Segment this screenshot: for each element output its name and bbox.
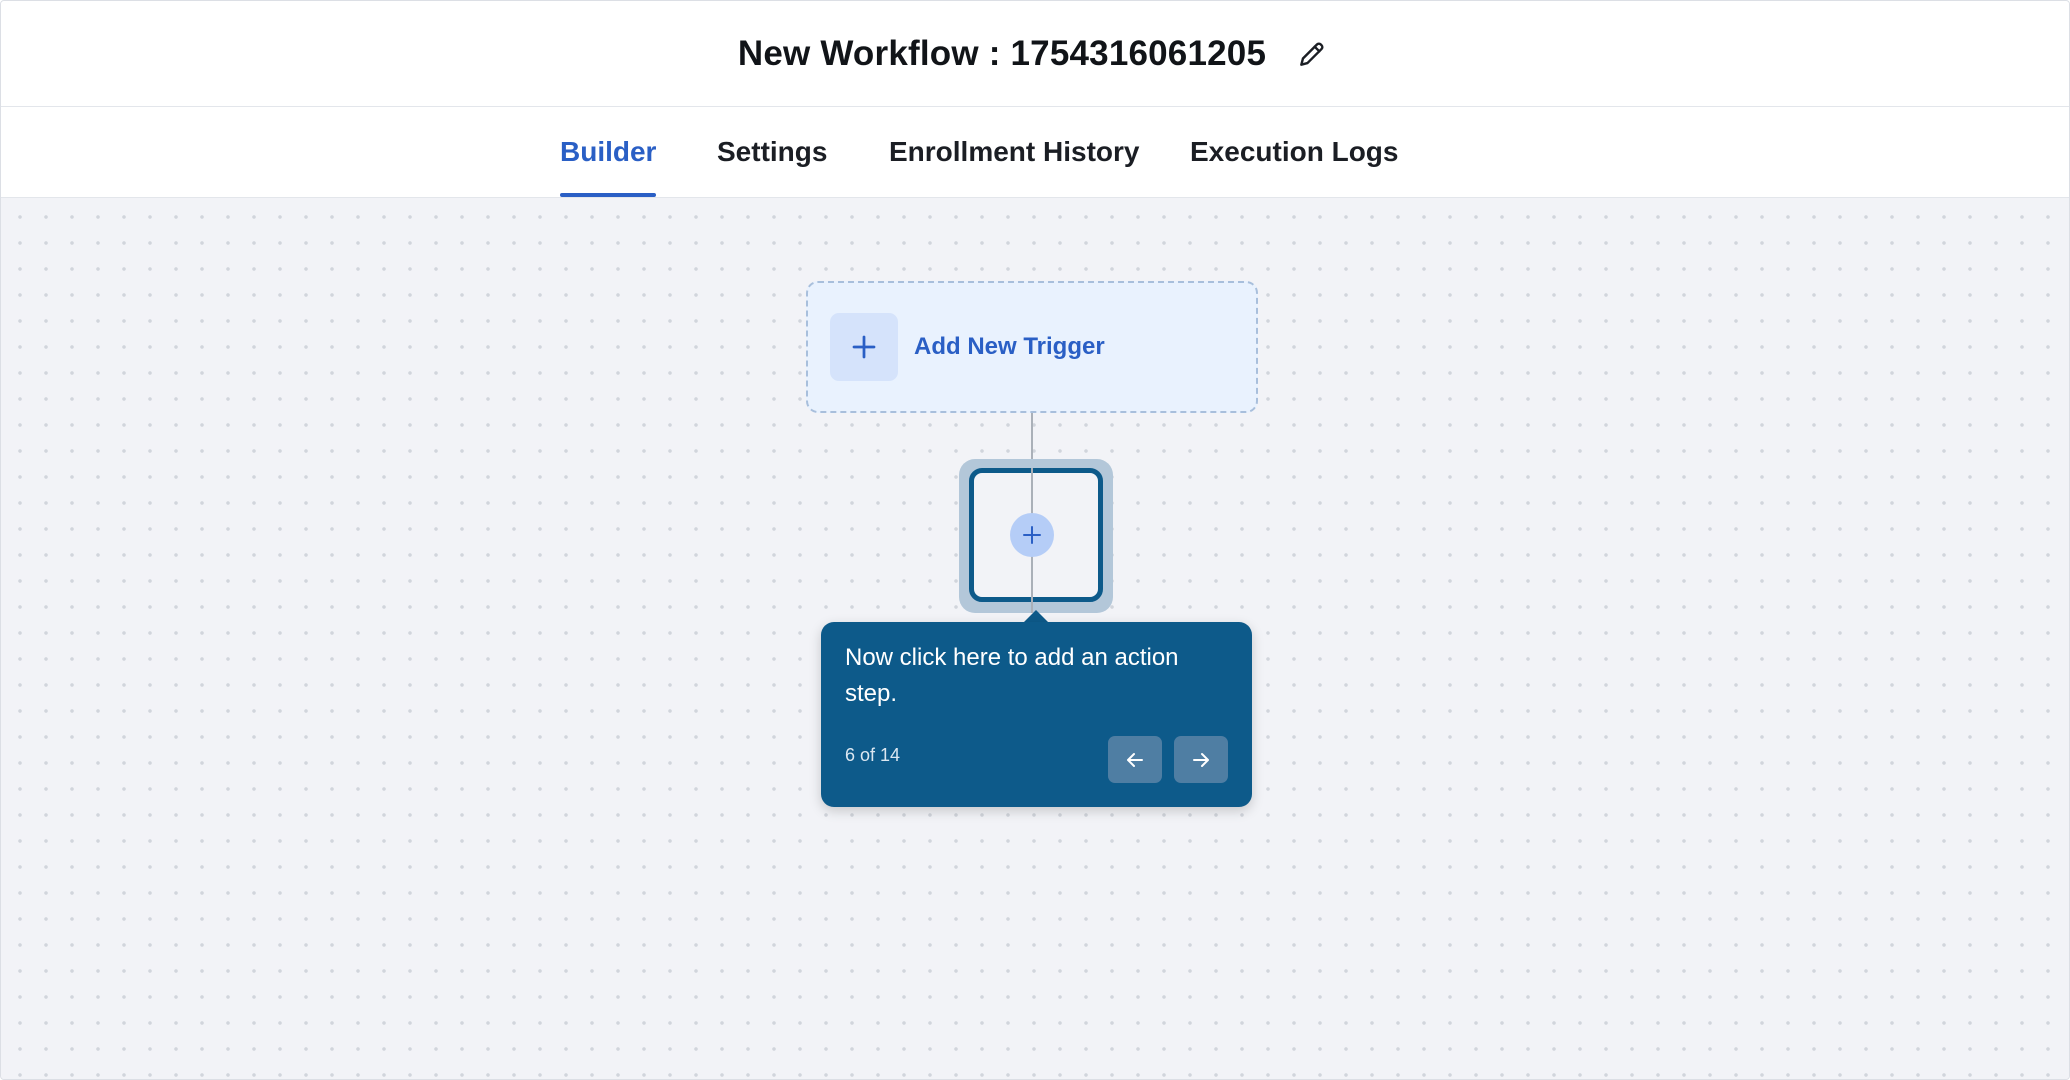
workflow-app: New Workflow : 1754316061205 Builder Set… bbox=[0, 0, 2070, 1080]
pencil-icon bbox=[1300, 41, 1324, 66]
tab-bar: Builder Settings Enrollment History Exec… bbox=[1, 107, 2069, 198]
tour-progress: 6 of 14 bbox=[845, 745, 901, 765]
workflow-header: New Workflow : 1754316061205 bbox=[1, 1, 2069, 107]
tab-builder[interactable]: Builder bbox=[560, 107, 657, 197]
tour-message: Now click here to add an action step. bbox=[845, 644, 1179, 707]
plus-icon bbox=[852, 335, 876, 359]
tour-previous-button[interactable] bbox=[1108, 736, 1162, 783]
plus-icon bbox=[1023, 526, 1041, 544]
add-trigger-card[interactable]: Add New Trigger bbox=[806, 281, 1258, 413]
tour-next-button[interactable] bbox=[1174, 736, 1228, 783]
tab-execution-logs[interactable]: Execution Logs bbox=[1190, 107, 1398, 197]
tab-enrollment-history[interactable]: Enrollment History bbox=[889, 107, 1139, 197]
arrow-right-icon bbox=[1193, 752, 1209, 767]
tab-settings[interactable]: Settings bbox=[717, 107, 827, 197]
workflow-title: New Workflow : 1754316061205 bbox=[737, 33, 1267, 73]
add-trigger-label[interactable]: Add New Trigger bbox=[914, 333, 1105, 361]
arrow-left-icon bbox=[1127, 752, 1143, 767]
add-trigger-button[interactable] bbox=[830, 313, 898, 381]
add-action-step-button[interactable] bbox=[1010, 513, 1054, 557]
edit-title-button[interactable] bbox=[1292, 34, 1332, 74]
tooltip-pointer bbox=[1024, 610, 1048, 622]
tour-tooltip: Now click here to add an action step. 6 … bbox=[821, 622, 1252, 807]
title-bar: New Workflow : 1754316061205 bbox=[1, 1, 2069, 106]
